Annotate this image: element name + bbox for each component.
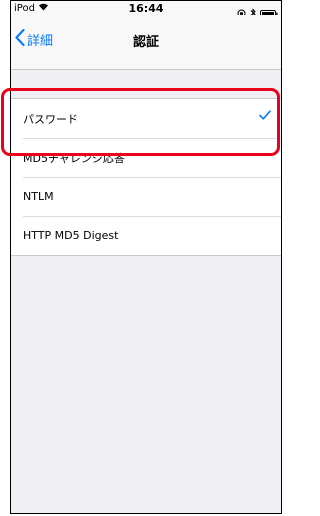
- option-ntlm[interactable]: NTLM: [11, 177, 281, 216]
- checkmark-icon: [259, 110, 271, 123]
- navigation-bar: 詳細 認証: [11, 15, 281, 70]
- option-label: NTLM: [23, 190, 54, 203]
- option-label: HTTP MD5 Digest: [23, 229, 119, 242]
- page-title: 認証: [132, 35, 159, 50]
- option-http-md5-digest[interactable]: HTTP MD5 Digest: [11, 216, 281, 255]
- option-label: MD5チャレンジ応答: [23, 151, 125, 165]
- option-md5-challenge[interactable]: MD5チャレンジ応答: [11, 138, 281, 177]
- option-label: パスワード: [23, 112, 78, 126]
- auth-options-list: パスワード MD5チャレンジ応答 NTLM HTTP MD5 Digest: [11, 98, 281, 256]
- phone-screen: iPod 16:44 詳細 認証 パスワード MD5チャレンジ応答 NTLM H…: [10, 0, 282, 514]
- option-password[interactable]: パスワード: [11, 99, 281, 138]
- status-bar: iPod 16:44: [11, 1, 281, 18]
